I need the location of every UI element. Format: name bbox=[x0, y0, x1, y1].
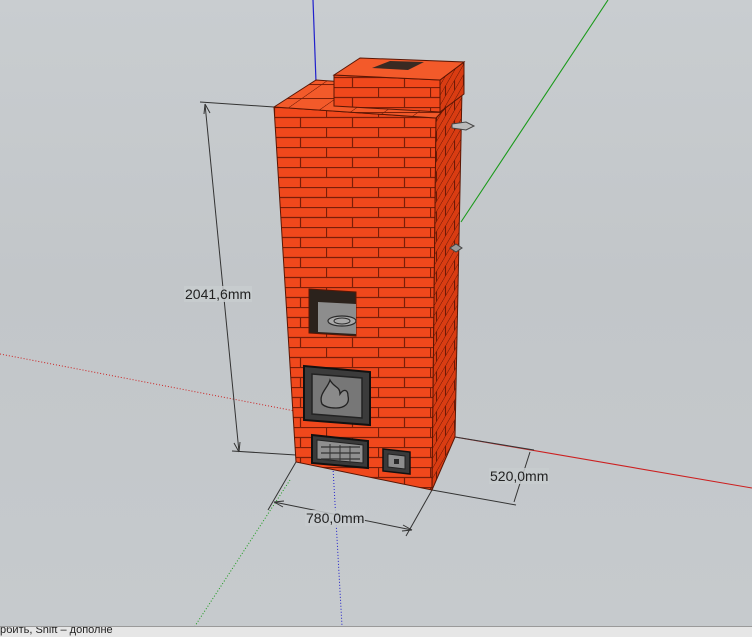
scene-canvas[interactable] bbox=[0, 0, 752, 626]
cleanout-door-icon[interactable] bbox=[382, 448, 411, 475]
height-dimension-label: 2041,6mm bbox=[184, 286, 253, 302]
chimney-front bbox=[333, 74, 441, 113]
model-viewport[interactable]: 2041,6mm 780,0mm 520,0mm bbox=[0, 0, 752, 626]
depth-dimension-label: 520,0mm bbox=[489, 468, 550, 484]
status-bar: рбить, Shift – дополне bbox=[0, 626, 752, 637]
axis-blue-dotted-line bbox=[332, 467, 343, 626]
stove-side-face bbox=[431, 88, 463, 491]
width-dimension-label: 780,0mm bbox=[305, 510, 366, 526]
grate-door-icon[interactable] bbox=[311, 433, 369, 470]
axis-green-line bbox=[460, 0, 609, 223]
damper-handle-top[interactable] bbox=[451, 121, 476, 131]
status-hint-text: рбить, Shift – дополне bbox=[0, 626, 113, 636]
flame-door-icon[interactable] bbox=[303, 364, 371, 427]
axis-red-dotted-line bbox=[0, 353, 301, 413]
brick-stove[interactable] bbox=[272, 57, 476, 491]
axis-blue-line bbox=[312, 0, 317, 83]
